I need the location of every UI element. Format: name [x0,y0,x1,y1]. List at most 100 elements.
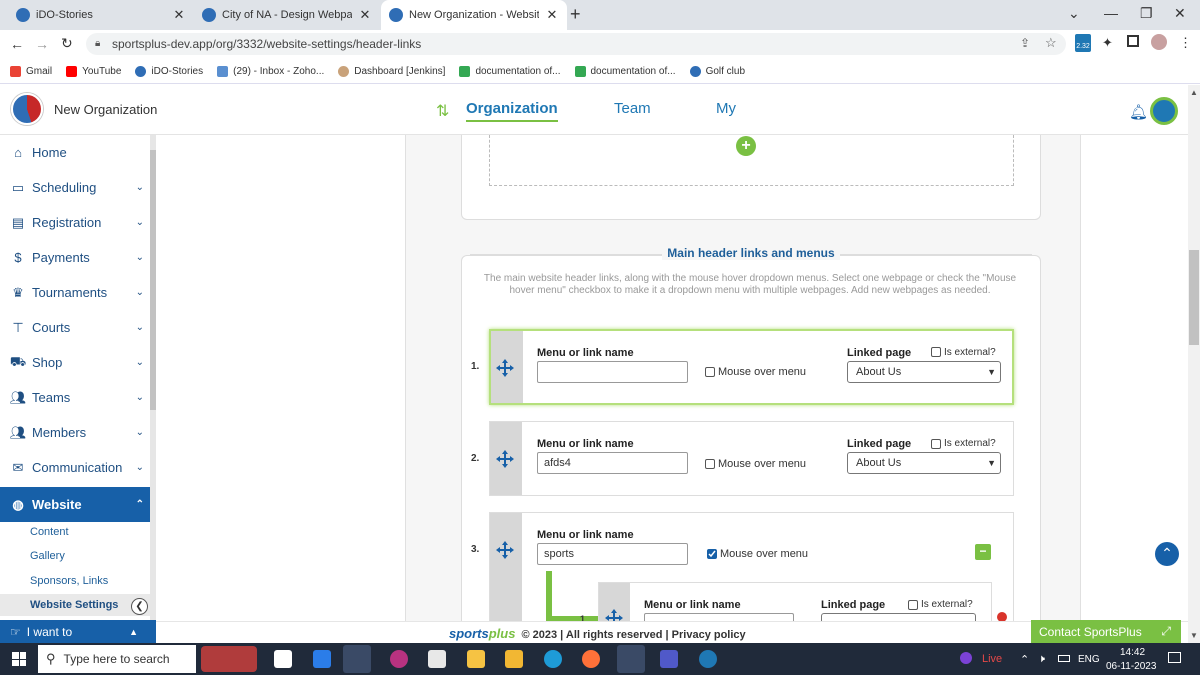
forward-icon[interactable]: → [35,36,49,52]
maximize-icon[interactable]: ❐ [1140,5,1153,22]
is-external-checkbox[interactable] [931,439,941,449]
scroll-to-top-button[interactable]: ⌃ [1155,542,1179,566]
drag-handle[interactable] [490,513,522,621]
menu-name-input[interactable] [644,613,794,621]
sidebar-item-teams[interactable]: 👥︎ Teams ⌄ [0,380,150,415]
taskbar-search[interactable]: ⚲ Type here to search [38,645,196,673]
browser-tab[interactable]: City of NA - Design Webpage ✕ [194,0,380,30]
sidebar-subitem-content[interactable]: Content [30,526,69,538]
app-icon[interactable] [343,645,371,673]
contact-sportsplus-button[interactable]: Contact SportsPlus ⤢ [1031,620,1181,643]
sidebar-subitem-gallery[interactable]: Gallery [30,550,65,562]
app-icon[interactable] [390,650,408,668]
url-text[interactable]: sportsplus-dev.app/org/3332/website-sett… [112,37,421,51]
add-icon[interactable]: + [736,136,756,156]
move-arrows-icon[interactable] [495,449,515,469]
teams-icon[interactable] [660,650,678,668]
sidebar-item-communication[interactable]: ✉ Communication ⌄ [0,450,150,485]
chrome-icon[interactable] [617,645,645,673]
is-external-checkbox[interactable] [908,600,918,610]
bookmark-item[interactable]: documentation of... [574,65,676,77]
linked-page-select[interactable]: About Us ▼ [847,452,1001,474]
lock-icon[interactable]: 🔒︎ [95,38,100,49]
profile-avatar[interactable] [1151,34,1167,50]
language-indicator[interactable]: ENG [1078,654,1100,665]
bookmark-item[interactable]: (29) - Inbox - Zoho... [217,65,324,77]
browser-tab-active[interactable]: New Organization - Website He ✕ [381,0,567,30]
linked-page-select[interactable] [821,613,976,621]
page-scrollbar-thumb[interactable] [1189,250,1199,345]
sidebar-item-website[interactable]: ◍ Website ⌃ [0,487,150,522]
clock-date[interactable]: 06-11-2023 [1106,661,1156,672]
bookmark-item[interactable]: Dashboard [Jenkins] [338,65,445,77]
mail-icon[interactable] [313,650,331,668]
sidebar-item-courts[interactable]: ⊤ Courts ⌄ [0,310,150,345]
i-want-to-button[interactable]: ☞ I want to ▲ [0,620,156,643]
scroll-up-icon[interactable]: ▲ [1190,88,1198,97]
menu-name-input[interactable] [537,361,688,383]
nav-tab-my[interactable]: My [716,100,736,117]
sticky-notes-icon[interactable] [467,650,485,668]
bookmark-star-icon[interactable]: ☆ [1045,35,1057,51]
page-scrollbar[interactable] [1188,85,1200,643]
live-label[interactable]: Live [982,653,1002,665]
tray-chevron-icon[interactable]: ⌃ [1020,653,1029,666]
sidebar-item-shop[interactable]: ⛟ Shop ⌄ [0,345,150,380]
sidebar-item-scheduling[interactable]: ▭ Scheduling ⌄ [0,170,150,205]
close-tab-icon[interactable]: ✕ [172,7,186,23]
new-tab-icon[interactable]: + [570,4,581,25]
close-tab-icon[interactable]: ✕ [545,7,559,23]
bookmark-item[interactable]: iDO-Stories [135,65,203,77]
extension-badge-icon[interactable]: 2.32 [1075,34,1091,52]
side-panel-icon[interactable] [1127,35,1139,47]
nav-tab-team[interactable]: Team [614,100,651,117]
search-highlight-icon[interactable] [201,646,257,672]
firefox-icon[interactable] [582,650,600,668]
bookmark-item[interactable]: Golf club [689,65,745,77]
notifications-icon[interactable] [1168,652,1181,663]
task-view-icon[interactable] [274,650,292,668]
menu-name-input[interactable]: afds4 [537,452,688,474]
sidebar-subitem-sponsors-links[interactable]: Sponsors, Links [30,575,108,587]
battery-icon[interactable] [1058,655,1070,662]
sidebar-item-home[interactable]: ⌂ Home [0,135,150,170]
live-icon[interactable] [960,652,972,664]
edge-icon[interactable] [544,650,562,668]
delete-subitem-icon[interactable] [997,612,1007,621]
sidebar-item-members[interactable]: 👥︎ Members ⌄ [0,415,150,450]
reload-icon[interactable]: ↻ [61,35,73,52]
file-explorer-icon[interactable] [505,650,523,668]
scroll-down-icon[interactable]: ▼ [1190,631,1198,640]
sidebar-item-payments[interactable]: $ Payments ⌄ [0,240,150,275]
store-icon[interactable] [428,650,446,668]
clock-time[interactable]: 14:42 [1120,647,1145,658]
close-window-icon[interactable]: ✕ [1174,5,1186,22]
minimize-icon[interactable]: — [1104,5,1118,21]
mouse-over-checkbox-checked[interactable] [707,549,717,559]
close-tab-icon[interactable]: ✕ [358,7,372,23]
bookmark-item[interactable]: Gmail [10,65,52,77]
windows-start-icon[interactable] [12,652,26,666]
move-arrows-icon[interactable] [495,540,515,560]
browser-tab[interactable]: iDO-Stories ✕ [8,0,194,30]
share-icon[interactable]: ⇪ [1020,36,1030,50]
sportsplus-logo[interactable] [1150,97,1178,125]
mouse-over-checkbox[interactable] [705,459,715,469]
notification-bell-icon[interactable]: 🔔︎ [1129,103,1148,121]
move-arrows-icon[interactable] [604,608,624,621]
extensions-puzzle-icon[interactable]: ✦ [1102,35,1113,51]
sidebar-subitem-website-settings[interactable]: Website Settings [30,599,118,611]
volume-icon[interactable]: 🕨︎ [1038,653,1045,666]
collapse-sidebar-icon[interactable]: ❮ [131,598,148,615]
app-icon[interactable] [699,650,717,668]
is-external-checkbox[interactable] [931,347,941,357]
collapse-submenu-icon[interactable]: − [975,544,991,560]
bookmark-item[interactable]: YouTube [66,65,121,77]
back-icon[interactable]: ← [10,36,24,52]
organization-name[interactable]: New Organization [54,102,157,117]
sidebar-item-registration[interactable]: ▤ Registration ⌄ [0,205,150,240]
switch-arrows-icon[interactable]: ⇅ [436,101,449,121]
linked-page-select[interactable]: About Us ▼ [847,361,1001,383]
nav-tab-organization[interactable]: Organization [466,100,558,117]
mouse-over-checkbox[interactable] [705,367,715,377]
